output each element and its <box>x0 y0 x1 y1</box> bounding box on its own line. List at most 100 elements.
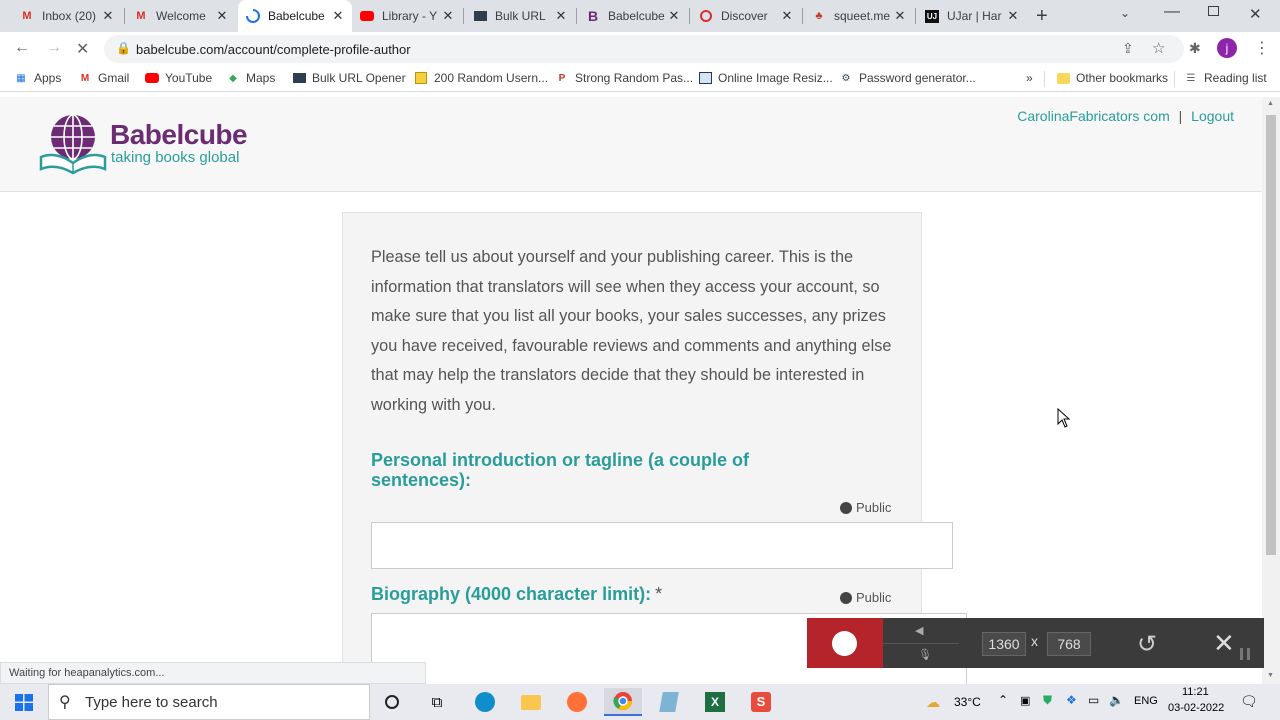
restore-icon[interactable] <box>1208 6 1219 16</box>
chrome-icon[interactable] <box>604 688 642 716</box>
cortana-icon[interactable] <box>373 688 411 716</box>
file-explorer-icon[interactable] <box>512 688 550 716</box>
more-bookmarks-icon[interactable]: » <box>1026 71 1033 85</box>
tab-discover[interactable]: Discover ✕ <box>691 0 801 32</box>
biography-visibility[interactable]: Public <box>840 590 891 605</box>
capture-height-field[interactable]: 768 <box>1047 632 1091 656</box>
menu-kebab-icon[interactable]: ⋮ <box>1254 38 1270 58</box>
gear-icon: ⚙ <box>841 72 851 84</box>
tab-babelcube-active[interactable]: Babelcube ✕ <box>238 0 352 32</box>
tab-search-chevron-icon[interactable]: ⌄ <box>1120 6 1130 20</box>
babelcube-logo-icon[interactable] <box>38 111 108 177</box>
bookmark-label: Online Image Resiz... <box>718 71 833 85</box>
weather-icon[interactable]: ☁ <box>926 694 940 711</box>
new-tab-icon[interactable]: + <box>1036 5 1048 28</box>
dropbox-icon[interactable]: ❖ <box>1066 693 1077 707</box>
bookmark-maps[interactable]: ◆ Maps <box>226 71 275 85</box>
pause-icon[interactable] <box>1240 648 1250 660</box>
tagline-input[interactable] <box>371 522 953 569</box>
bookmark-gmail[interactable]: M Gmail <box>78 71 130 85</box>
firefox-icon[interactable] <box>558 688 596 716</box>
screen-recorder-app-icon[interactable]: S <box>742 688 780 716</box>
tab-welcome[interactable]: M Welcome ✕ <box>126 0 236 32</box>
close-recorder-icon[interactable]: ✕ <box>1213 628 1235 659</box>
tab-ujar[interactable]: UJ UJar | Har ✕ <box>917 0 1027 32</box>
taskbar-search[interactable]: ⚲ Type here to search <box>48 684 370 720</box>
tab-youtube-library[interactable]: Library - Y ✕ <box>352 0 462 32</box>
tab-squeet[interactable]: ♣ squeet.me ✕ <box>804 0 914 32</box>
bookmark-random-usernames[interactable]: 200 Random Usern... <box>414 71 548 85</box>
bookmark-label: Password generator... <box>859 71 976 85</box>
task-view-icon[interactable]: ⧉ <box>418 688 456 716</box>
bookmark-image-resizer[interactable]: Online Image Resiz... <box>698 71 833 85</box>
tab-inbox[interactable]: M Inbox (20) ✕ <box>12 0 122 32</box>
other-bookmarks-folder[interactable]: Other bookmarks <box>1056 71 1168 85</box>
speaker-icon[interactable]: ◀ <box>915 624 923 637</box>
close-tab-icon[interactable]: ✕ <box>440 8 456 24</box>
scroll-up-icon[interactable]: ▲ <box>1267 100 1274 107</box>
bulk-url-icon <box>292 71 306 85</box>
windows-start-icon[interactable] <box>15 694 33 711</box>
close-tab-icon[interactable]: ✕ <box>330 8 346 24</box>
close-tab-icon[interactable]: ✕ <box>214 8 230 24</box>
close-tab-icon[interactable]: ✕ <box>892 8 908 24</box>
bookmark-star-icon[interactable]: ☆ <box>1152 39 1165 57</box>
close-tab-icon[interactable]: ✕ <box>553 8 569 24</box>
bookmark-youtube[interactable]: YouTube <box>145 71 212 85</box>
volume-muted-icon[interactable]: 🔈 <box>1109 693 1124 707</box>
clock-time[interactable]: 11:21 <box>1182 686 1209 698</box>
close-tab-icon[interactable]: ✕ <box>1005 8 1021 24</box>
page-scrollbar[interactable]: ▲ ▼ <box>1262 97 1280 684</box>
forward-icon[interactable]: → <box>46 39 62 57</box>
profile-avatar[interactable]: j <box>1217 38 1237 58</box>
bookmark-label: Strong Random Pas... <box>575 71 694 85</box>
weather-temp[interactable]: 33°C <box>954 695 981 709</box>
youtube-icon <box>145 71 159 85</box>
back-icon[interactable]: ← <box>14 39 30 57</box>
logo-name[interactable]: Babelcube <box>110 119 248 151</box>
close-tab-icon[interactable]: ✕ <box>100 8 116 24</box>
url-text[interactable]: babelcube.com/account/complete-profile-a… <box>136 42 411 57</box>
share-icon[interactable]: ⇪ <box>1122 40 1134 57</box>
network-icon[interactable]: ▭ <box>1088 693 1099 707</box>
account-link[interactable]: CarolinaFabricators com <box>1017 108 1170 124</box>
extensions-icon[interactable]: ✱ <box>1189 40 1201 57</box>
search-icon: ⚲ <box>59 694 71 711</box>
tab-title: UJar | Har <box>947 9 1002 23</box>
security-shield-icon[interactable]: ⛊ <box>1043 693 1052 708</box>
excel-icon[interactable]: X <box>696 688 734 716</box>
gmail-icon: M <box>80 72 90 84</box>
close-tab-icon[interactable]: ✕ <box>666 8 682 24</box>
stop-loading-icon[interactable]: ✕ <box>76 39 89 59</box>
profile-form-card: Please tell us about yourself and your p… <box>342 212 967 684</box>
clock-date[interactable]: 03-02-2022 <box>1168 702 1224 714</box>
bookmark-bulk-url[interactable]: Bulk URL Opener <box>292 71 406 85</box>
tab-bulk-url[interactable]: Bulk URL ✕ <box>465 0 575 32</box>
bookmark-apps[interactable]: ▦ Apps <box>14 71 61 85</box>
capture-width-field[interactable]: 1360 <box>982 632 1026 656</box>
bookmark-label: Apps <box>34 71 62 85</box>
notifications-icon[interactable]: 🗨 <box>1240 693 1258 710</box>
minimize-icon[interactable]: — <box>1164 3 1180 21</box>
tray-expand-icon[interactable]: ⌃ <box>998 693 1008 707</box>
reset-icon[interactable]: ↺ <box>1137 630 1157 659</box>
scroll-thumb[interactable] <box>1266 115 1276 555</box>
device-icon[interactable]: ▣ <box>1020 694 1030 707</box>
record-button[interactable] <box>807 618 883 668</box>
tagline-visibility[interactable]: Public <box>840 500 891 515</box>
tab-babelcube[interactable]: B Babelcube ✕ <box>578 0 688 32</box>
reading-list[interactable]: ☰ Reading list <box>1184 71 1267 85</box>
close-window-icon[interactable]: ✕ <box>1249 5 1262 23</box>
microphone-icon[interactable]: 🎙 <box>918 648 932 661</box>
address-bar[interactable]: 🔒 babelcube.com/account/complete-profile… <box>104 35 1184 63</box>
bookmark-password-generator[interactable]: ⚙ Password generator... <box>839 71 976 85</box>
close-tab-icon[interactable]: ✕ <box>779 8 795 24</box>
bookmark-strong-password[interactable]: P Strong Random Pas... <box>555 71 693 85</box>
logout-link[interactable]: Logout <box>1191 108 1234 124</box>
language-indicator[interactable]: ENG <box>1134 695 1158 707</box>
site-header: Babelcube taking books global CarolinaFa… <box>0 97 1262 192</box>
edge-icon[interactable] <box>466 688 504 716</box>
scroll-down-icon[interactable]: ▼ <box>1267 672 1274 679</box>
notepad-icon[interactable] <box>650 688 688 716</box>
page-content: Babelcube taking books global CarolinaFa… <box>0 97 1262 684</box>
